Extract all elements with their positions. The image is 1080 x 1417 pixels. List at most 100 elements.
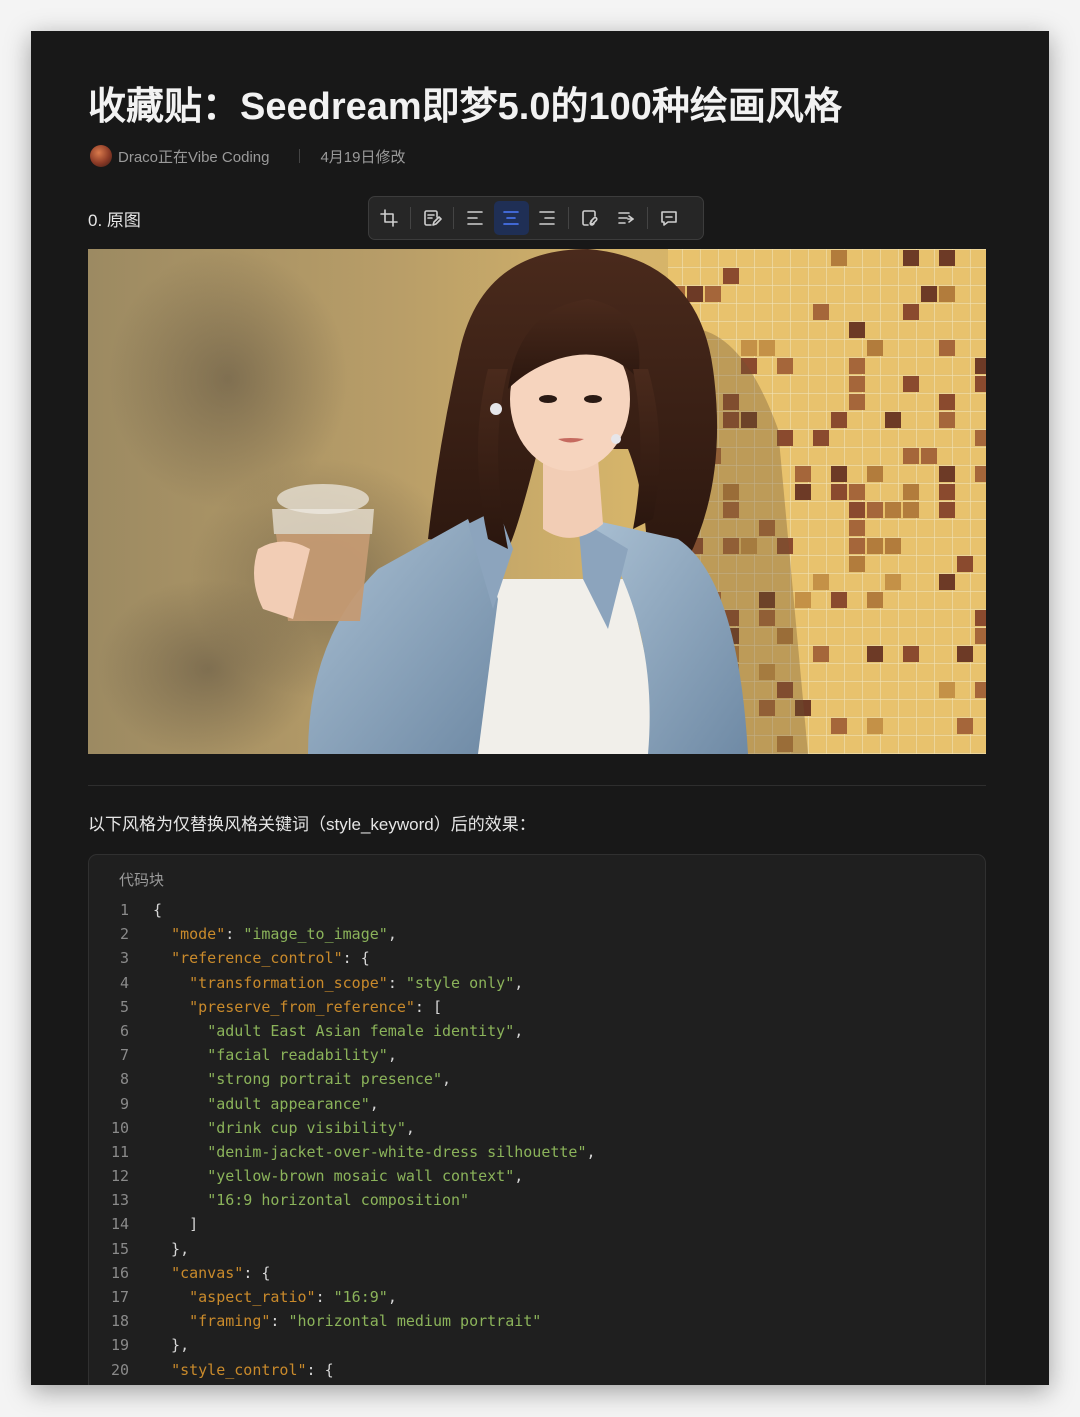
page-title: 收藏贴：Seedream即梦5.0的100种绘画风格 bbox=[88, 86, 842, 128]
code-token: , bbox=[369, 1094, 379, 1113]
portrait-photo-illustration bbox=[88, 249, 986, 754]
text-wrap-button[interactable] bbox=[609, 201, 644, 235]
line-number: 6 bbox=[119, 1021, 129, 1040]
link-button[interactable] bbox=[573, 201, 608, 235]
intro-paragraph: 以下风格为仅替换风格关键词（style_keyword）后的效果： bbox=[88, 815, 536, 834]
align-center-button[interactable] bbox=[493, 201, 529, 235]
align-right-button[interactable] bbox=[530, 201, 565, 235]
line-number: 20 bbox=[110, 1360, 129, 1379]
line-number: 18 bbox=[110, 1312, 129, 1331]
image-toolbar bbox=[368, 196, 704, 240]
align-right-icon bbox=[539, 211, 555, 225]
code-token: "adult appearance" bbox=[207, 1094, 370, 1113]
code-token: "facial readability" bbox=[207, 1046, 388, 1065]
code-token: }, bbox=[153, 1336, 190, 1355]
code-line: 1{ bbox=[89, 898, 985, 922]
code-line: 5 "preserve_from_reference": [ bbox=[89, 995, 985, 1019]
code-line: 17 "aspect_ratio": "16:9", bbox=[89, 1285, 985, 1309]
code-token: , bbox=[514, 1021, 524, 1040]
author-name[interactable]: Draco正在Vibe Coding bbox=[118, 146, 269, 167]
avatar[interactable] bbox=[90, 145, 112, 167]
meta-divider bbox=[299, 149, 301, 163]
code-line: 15 }, bbox=[89, 1237, 985, 1261]
line-number: 15 bbox=[110, 1239, 129, 1258]
code-token: "16:9" bbox=[333, 1288, 388, 1306]
code-line-text: { bbox=[129, 898, 162, 922]
line-number: 2 bbox=[119, 925, 129, 944]
edit-image-button[interactable] bbox=[415, 201, 450, 235]
comment-button[interactable] bbox=[652, 201, 687, 235]
code-line: 9 "adult appearance", bbox=[89, 1092, 985, 1116]
code-line-text: "drink cup visibility", bbox=[129, 1116, 415, 1140]
code-line: 6 "adult East Asian female identity", bbox=[89, 1019, 985, 1043]
code-token: , bbox=[514, 973, 524, 992]
line-number: 10 bbox=[110, 1118, 129, 1137]
code-line: 3 "reference_control": { bbox=[89, 946, 985, 970]
code-token: "yellow-brown mosaic wall context" bbox=[207, 1167, 515, 1186]
code-token: "16:9 horizontal composition" bbox=[207, 1191, 470, 1210]
code-token: "mode" bbox=[171, 925, 226, 944]
line-number: 9 bbox=[119, 1094, 129, 1113]
align-left-button[interactable] bbox=[458, 201, 493, 235]
code-line-text: "reference_control": { bbox=[129, 946, 370, 970]
code-line-text: "canvas": { bbox=[129, 1261, 270, 1285]
code-line-text: "preserve_from_reference": [ bbox=[129, 995, 442, 1019]
original-photo[interactable] bbox=[88, 249, 986, 754]
code-line-text: "denim-jacket-over-white-dress silhouett… bbox=[129, 1140, 595, 1164]
code-token: "style_control" bbox=[171, 1360, 307, 1379]
code-token: : bbox=[270, 1312, 289, 1331]
code-token: : { bbox=[243, 1263, 271, 1282]
code-token: "transformation_scope" bbox=[189, 973, 388, 992]
toolbar-divider bbox=[647, 207, 648, 229]
code-token: : { bbox=[306, 1360, 334, 1379]
code-line-text: "mode": "image_to_image", bbox=[129, 922, 397, 946]
code-token: }, bbox=[153, 1239, 190, 1258]
code-token: "preserve_from_reference" bbox=[189, 997, 415, 1016]
code-token: { bbox=[153, 901, 163, 919]
code-line: 4 "transformation_scope": "style only", bbox=[89, 971, 985, 995]
code-line-text: "style_control": { bbox=[129, 1358, 334, 1382]
code-token: "denim-jacket-over-white-dress silhouett… bbox=[207, 1142, 587, 1161]
line-number: 19 bbox=[110, 1336, 129, 1355]
line-number: 11 bbox=[110, 1142, 129, 1161]
code-token: "adult East Asian female identity" bbox=[207, 1021, 515, 1040]
code-token: "horizontal medium portrait" bbox=[288, 1312, 542, 1331]
code-token: ] bbox=[153, 1215, 199, 1234]
code-token: , bbox=[405, 1118, 415, 1137]
code-token: "reference_control" bbox=[171, 949, 343, 968]
code-line: 13 "16:9 horizontal composition" bbox=[89, 1188, 985, 1212]
code-line-text: }, bbox=[129, 1333, 189, 1357]
align-center-icon bbox=[503, 211, 519, 225]
code-line: 11 "denim-jacket-over-white-dress silhou… bbox=[89, 1140, 985, 1164]
line-number: 17 bbox=[110, 1288, 129, 1306]
crop-button[interactable] bbox=[372, 201, 407, 235]
code-line: 14 ] bbox=[89, 1212, 985, 1236]
code-line: 20 "style_control": { bbox=[89, 1358, 985, 1382]
line-number: 5 bbox=[119, 997, 129, 1016]
line-number: 8 bbox=[119, 1070, 129, 1089]
line-number: 13 bbox=[110, 1191, 129, 1210]
code-block[interactable]: 代码块 1{2 "mode": "image_to_image", 3 "refe… bbox=[88, 854, 986, 1385]
code-token: "aspect_ratio" bbox=[189, 1288, 316, 1306]
code-token: , bbox=[442, 1070, 452, 1089]
code-line-text: }, bbox=[129, 1237, 189, 1261]
code-token: : { bbox=[342, 949, 370, 968]
modified-date: 4月19日修改 bbox=[320, 148, 406, 166]
code-token: , bbox=[387, 925, 397, 944]
link-icon bbox=[582, 210, 598, 226]
line-number: 14 bbox=[110, 1215, 129, 1234]
text-wrap-icon bbox=[618, 212, 634, 224]
code-line: 19 }, bbox=[89, 1333, 985, 1357]
crop-icon bbox=[380, 209, 398, 227]
edit-icon bbox=[424, 210, 442, 226]
code-line-text: "aspect_ratio": "16:9", bbox=[129, 1285, 397, 1309]
